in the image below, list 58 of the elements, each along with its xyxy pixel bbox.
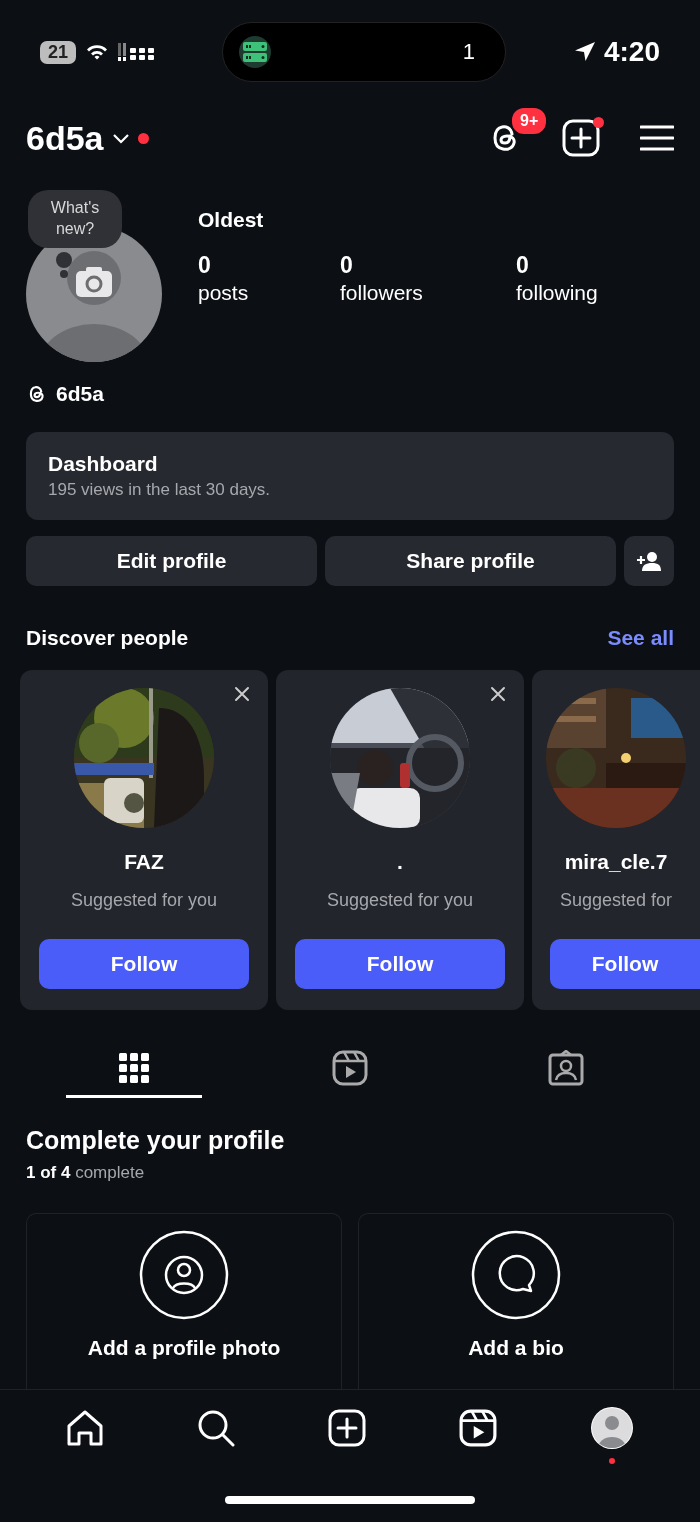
dashboard-card[interactable]: Dashboard 195 views in the last 30 days. [26, 432, 674, 520]
stat-label[interactable]: following [516, 281, 674, 305]
profile-action-button[interactable]: Edit profile [26, 536, 317, 586]
stat-label[interactable]: followers [340, 281, 516, 305]
task-title: Add a bio [468, 1336, 564, 1360]
section-title: Discover people [26, 626, 189, 650]
dynamic-island[interactable]: 1 [222, 22, 506, 82]
clock-time: 4:20 [603, 36, 660, 68]
search-icon[interactable] [197, 1409, 236, 1447]
close-icon[interactable] [234, 686, 250, 702]
menu-icon[interactable] [640, 124, 674, 152]
add-person-icon [637, 551, 661, 571]
dashboard-subtitle: 195 views in the last 30 days. [48, 480, 272, 500]
server-icon [239, 36, 271, 68]
reels-icon[interactable] [458, 1409, 497, 1447]
dashboard-title: Dashboard [48, 452, 159, 476]
location-arrow-icon [573, 41, 596, 63]
suggestion-reason: Suggested for [559, 890, 673, 911]
stat-count: 0 [340, 252, 354, 279]
follow-button[interactable]: Follow [550, 939, 700, 989]
section-title: Complete your profile [26, 1126, 286, 1155]
close-icon[interactable] [490, 686, 506, 702]
follow-button[interactable]: Follow [39, 939, 249, 989]
create-post-icon[interactable] [328, 1409, 366, 1447]
wifi-icon [86, 44, 109, 60]
create-post-icon[interactable] [562, 119, 600, 157]
suggestion-reason: Suggested for you [326, 890, 474, 911]
suggestion-card[interactable]: . Suggested for you Follow [276, 670, 524, 1010]
add-person-button[interactable] [624, 536, 674, 586]
task-title: Add a profile photo [87, 1336, 281, 1360]
stat-count: 0 [198, 252, 212, 279]
suggestion-reason: Suggested for you [70, 890, 218, 911]
threads-handle[interactable]: 6d5a [56, 382, 104, 406]
chevron-down-icon[interactable] [111, 132, 130, 144]
suggested-username[interactable]: FAZ [124, 850, 164, 874]
note-tail-tooltip [60, 270, 68, 278]
grid-icon [119, 1052, 149, 1083]
note-tooltip[interactable]: What's new? [28, 190, 122, 248]
progress-text: 1 of 4 complete [26, 1163, 146, 1183]
person-circle-icon [139, 1230, 229, 1320]
follow-button[interactable]: Follow [295, 939, 505, 989]
suggested-username[interactable]: mira_cle.7 [564, 850, 668, 874]
notification-badge: 9+ [510, 106, 549, 136]
stat-count: 0 [516, 252, 530, 279]
home-icon[interactable] [66, 1409, 105, 1447]
speech-bubble-icon [471, 1230, 561, 1320]
battery-indicator: 21 [40, 40, 77, 64]
username-switcher[interactable]: 6d5a [26, 118, 104, 158]
profile-action-button[interactable]: Share profile [325, 536, 616, 586]
suggested-username[interactable]: . [397, 850, 403, 874]
profile-name: Oldest [198, 208, 265, 232]
signal-icon [118, 43, 155, 61]
reels-icon [332, 1049, 368, 1086]
suggestion-card[interactable]: mira_cle.7 Suggested for Follow [532, 670, 700, 1010]
see-all-link[interactable]: See all [607, 626, 674, 650]
stat-label[interactable]: posts [198, 281, 340, 305]
tagged-person-icon [548, 1049, 584, 1086]
suggestion-card[interactable]: FAZ Suggested for you Follow [20, 670, 268, 1010]
